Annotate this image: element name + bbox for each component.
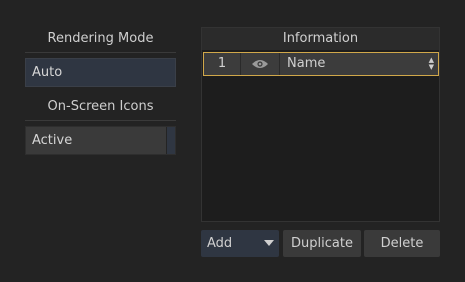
field-accent	[167, 127, 175, 154]
list-item[interactable]: 1 Name ▲ ▼	[203, 52, 439, 76]
eye-icon[interactable]	[241, 53, 280, 75]
on-screen-icons-heading: On-Screen Icons	[25, 99, 176, 121]
on-screen-icons-value: Active	[32, 133, 73, 148]
rendering-mode-value: Auto	[32, 65, 63, 80]
add-button[interactable]: Add	[201, 230, 279, 257]
information-panel-title: Information	[202, 28, 439, 50]
rendering-mode-heading: Rendering Mode	[25, 31, 176, 53]
delete-label: Delete	[380, 236, 424, 251]
duplicate-label: Duplicate	[291, 236, 353, 251]
spinner-icon[interactable]: ▲ ▼	[429, 57, 434, 71]
rendering-mode-field[interactable]: Auto	[25, 58, 176, 87]
information-panel: Information 1 Name ▲ ▼	[201, 27, 440, 222]
duplicate-button[interactable]: Duplicate	[283, 230, 361, 257]
chevron-down-icon	[264, 240, 274, 246]
add-label: Add	[207, 236, 233, 251]
row-name: Name	[287, 56, 326, 71]
row-name-field[interactable]: Name ▲ ▼	[280, 53, 438, 75]
delete-button[interactable]: Delete	[364, 230, 440, 257]
row-index: 1	[204, 53, 241, 75]
on-screen-icons-field[interactable]: Active	[25, 126, 176, 155]
